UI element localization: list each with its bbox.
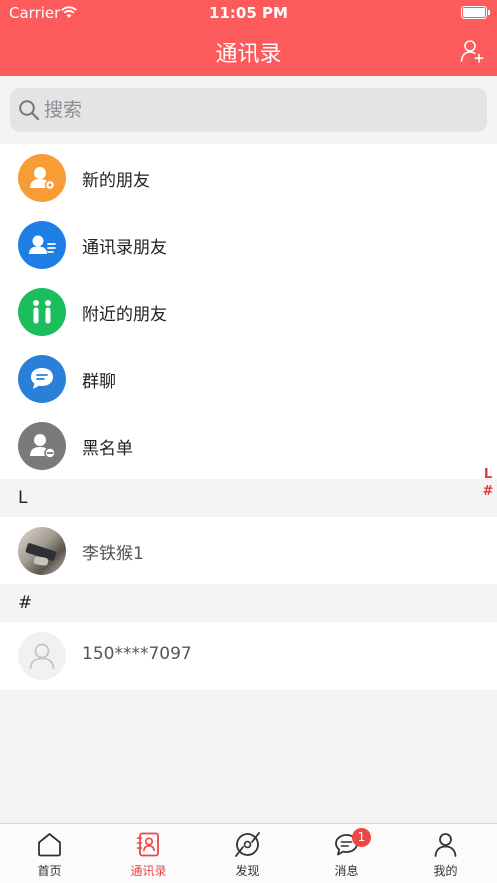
contact-name: 李铁猴1: [82, 544, 144, 564]
unread-badge: 1: [352, 828, 371, 847]
menu-item-blacklist[interactable]: 黑名单: [0, 412, 497, 479]
contact-list: 李铁猴1: [0, 517, 497, 584]
clock: 11:05 PM: [209, 4, 288, 22]
tab-label: 通讯录: [130, 864, 167, 878]
contact-card-icon: [18, 221, 66, 269]
discover-icon: [235, 832, 260, 857]
search-input[interactable]: [44, 94, 474, 126]
alphabet-index-bar[interactable]: L #: [480, 466, 496, 500]
search-section: [0, 76, 497, 144]
menu-item-new-friends[interactable]: 新的朋友: [0, 144, 497, 211]
section-header-label: L: [18, 488, 28, 508]
section-header: #: [0, 584, 497, 622]
navigation-bar: 通讯录: [0, 26, 497, 76]
home-icon: [38, 833, 61, 857]
photo-avatar: [18, 527, 66, 575]
contact-row[interactable]: 150****7097: [0, 622, 497, 689]
section-header: L: [0, 479, 497, 517]
nearby-people-icon: [18, 288, 66, 336]
menu-item-contact-friends[interactable]: 通讯录朋友: [0, 211, 497, 278]
menu-item-label: 新的朋友: [82, 171, 150, 191]
contact-row[interactable]: 李铁猴1: [0, 517, 497, 584]
tab-profile[interactable]: 我的: [396, 824, 495, 883]
feature-menu-list: 新的朋友 通讯录朋友 附近的朋友 群聊 黑名单: [0, 144, 497, 479]
tab-bar: 首页 通讯录 发现 1 消息 我的: [0, 823, 497, 883]
group-chat-icon: [18, 355, 66, 403]
contact-list: 150****7097: [0, 622, 497, 690]
battery-icon: [461, 6, 490, 19]
tab-discover[interactable]: 发现: [198, 824, 297, 883]
menu-item-label: 附近的朋友: [82, 305, 167, 325]
search-icon: [19, 100, 40, 121]
tab-home[interactable]: 首页: [0, 824, 99, 883]
tab-contacts[interactable]: 通讯录: [99, 824, 198, 883]
new-friend-icon: [18, 154, 66, 202]
menu-item-label: 通讯录朋友: [82, 238, 167, 258]
tab-messages[interactable]: 1 消息: [297, 824, 396, 883]
tab-label: 消息: [334, 864, 359, 878]
add-contact-icon[interactable]: [459, 38, 485, 64]
tab-label: 发现: [235, 864, 260, 878]
menu-item-nearby-friends[interactable]: 附近的朋友: [0, 278, 497, 345]
default-avatar-icon: [18, 632, 66, 680]
blocked-user-icon: [18, 422, 66, 470]
status-bar: Carrier 11:05 PM: [0, 0, 497, 26]
contact-name: 150****7097: [82, 644, 192, 664]
tab-label: 首页: [37, 864, 62, 878]
menu-item-label: 群聊: [82, 372, 116, 392]
menu-item-group-chat[interactable]: 群聊: [0, 345, 497, 412]
index-letter[interactable]: #: [480, 483, 496, 500]
section-header-label: #: [18, 593, 33, 613]
search-bar[interactable]: [10, 88, 487, 132]
tab-label: 我的: [433, 864, 458, 878]
contacts-icon: [136, 832, 159, 857]
page-title: 通讯录: [215, 42, 282, 67]
profile-icon: [434, 833, 457, 857]
index-letter[interactable]: L: [480, 466, 496, 483]
menu-item-label: 黑名单: [82, 439, 133, 459]
